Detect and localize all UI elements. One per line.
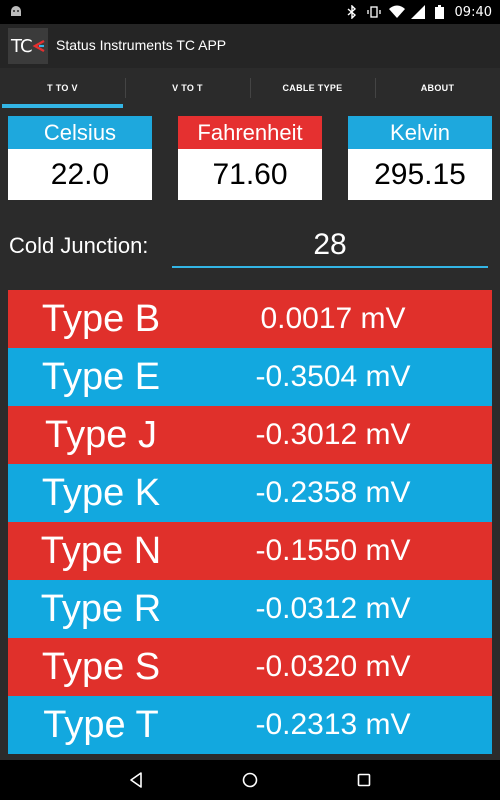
kelvin-card[interactable]: Kelvin 295.15 [348,116,492,200]
home-icon[interactable] [238,768,262,792]
type-name: Type S [41,645,161,688]
type-name: Type T [43,703,159,746]
app-bar: TC Status Instruments TC APP [0,24,500,68]
wifi-icon [388,5,405,19]
type-row-n[interactable]: Type N -0.1550 mV [8,522,492,580]
signal-icon [410,5,425,19]
android-icon [8,3,24,19]
type-name: Type K [41,471,161,514]
fahrenheit-label: Fahrenheit [178,116,322,149]
celsius-label: Celsius [8,116,152,149]
fahrenheit-value[interactable]: 71.60 [178,149,322,200]
tab-t-to-v[interactable]: T TO V [0,68,125,108]
tab-about[interactable]: ABOUT [375,68,500,108]
celsius-card[interactable]: Celsius 22.0 [8,116,152,200]
status-time: 09:40 [454,4,492,20]
cold-junction-input[interactable] [172,224,488,268]
type-mv: -0.0320 mV [255,650,411,683]
thermocouple-list: Type B 0.0017 mV Type E -0.3504 mV Type … [8,290,492,754]
type-mv: -0.3504 mV [255,360,411,393]
type-mv: -0.2313 mV [255,708,411,741]
battery-icon [433,5,447,19]
app-logo[interactable]: TC [8,28,48,64]
cold-junction-label: Cold Junction: [9,233,149,258]
type-row-j[interactable]: Type J -0.3012 mV [8,406,492,464]
tab-label: CABLE TYPE [282,83,343,93]
type-name: Type J [45,413,157,456]
type-name: Type N [40,529,162,572]
app-title: Status Instruments TC APP [56,37,227,53]
celsius-value[interactable]: 22.0 [8,149,152,200]
type-row-t[interactable]: Type T -0.2313 mV [8,696,492,754]
type-mv: -0.3012 mV [255,418,411,451]
type-row-e[interactable]: Type E -0.3504 mV [8,348,492,406]
status-bar: 09:40 [0,0,500,24]
fahrenheit-card[interactable]: Fahrenheit 71.60 [178,116,322,200]
type-mv: 0.0017 mV [260,302,406,335]
status-icons: 09:40 [345,2,492,22]
tab-label: ABOUT [420,83,455,93]
tab-label: V TO T [172,83,203,93]
kelvin-value[interactable]: 295.15 [348,149,492,200]
back-icon[interactable] [124,768,148,792]
vibrate-icon [366,5,381,19]
bluetooth-icon [345,4,359,20]
type-row-k[interactable]: Type K -0.2358 mV [8,464,492,522]
tab-cable-type[interactable]: CABLE TYPE [250,68,375,108]
type-row-b[interactable]: Type B 0.0017 mV [8,290,492,348]
type-mv: -0.1550 mV [255,534,411,567]
tab-v-to-t[interactable]: V TO T [125,68,250,108]
logo-arrow-icon [32,39,45,53]
type-name: Type R [40,587,162,630]
type-row-s[interactable]: Type S -0.0320 mV [8,638,492,696]
type-name: Type B [41,297,161,340]
type-mv: -0.2358 mV [255,476,411,509]
recents-icon[interactable] [352,768,376,792]
logo-text: TC [11,35,32,57]
type-row-r[interactable]: Type R -0.0312 mV [8,580,492,638]
tab-label: T TO V [47,83,78,93]
type-name: Type E [41,355,161,398]
navigation-bar [0,760,500,800]
type-mv: -0.0312 mV [255,592,411,625]
kelvin-label: Kelvin [348,116,492,149]
tab-bar: T TO V V TO T CABLE TYPE ABOUT [0,68,500,108]
